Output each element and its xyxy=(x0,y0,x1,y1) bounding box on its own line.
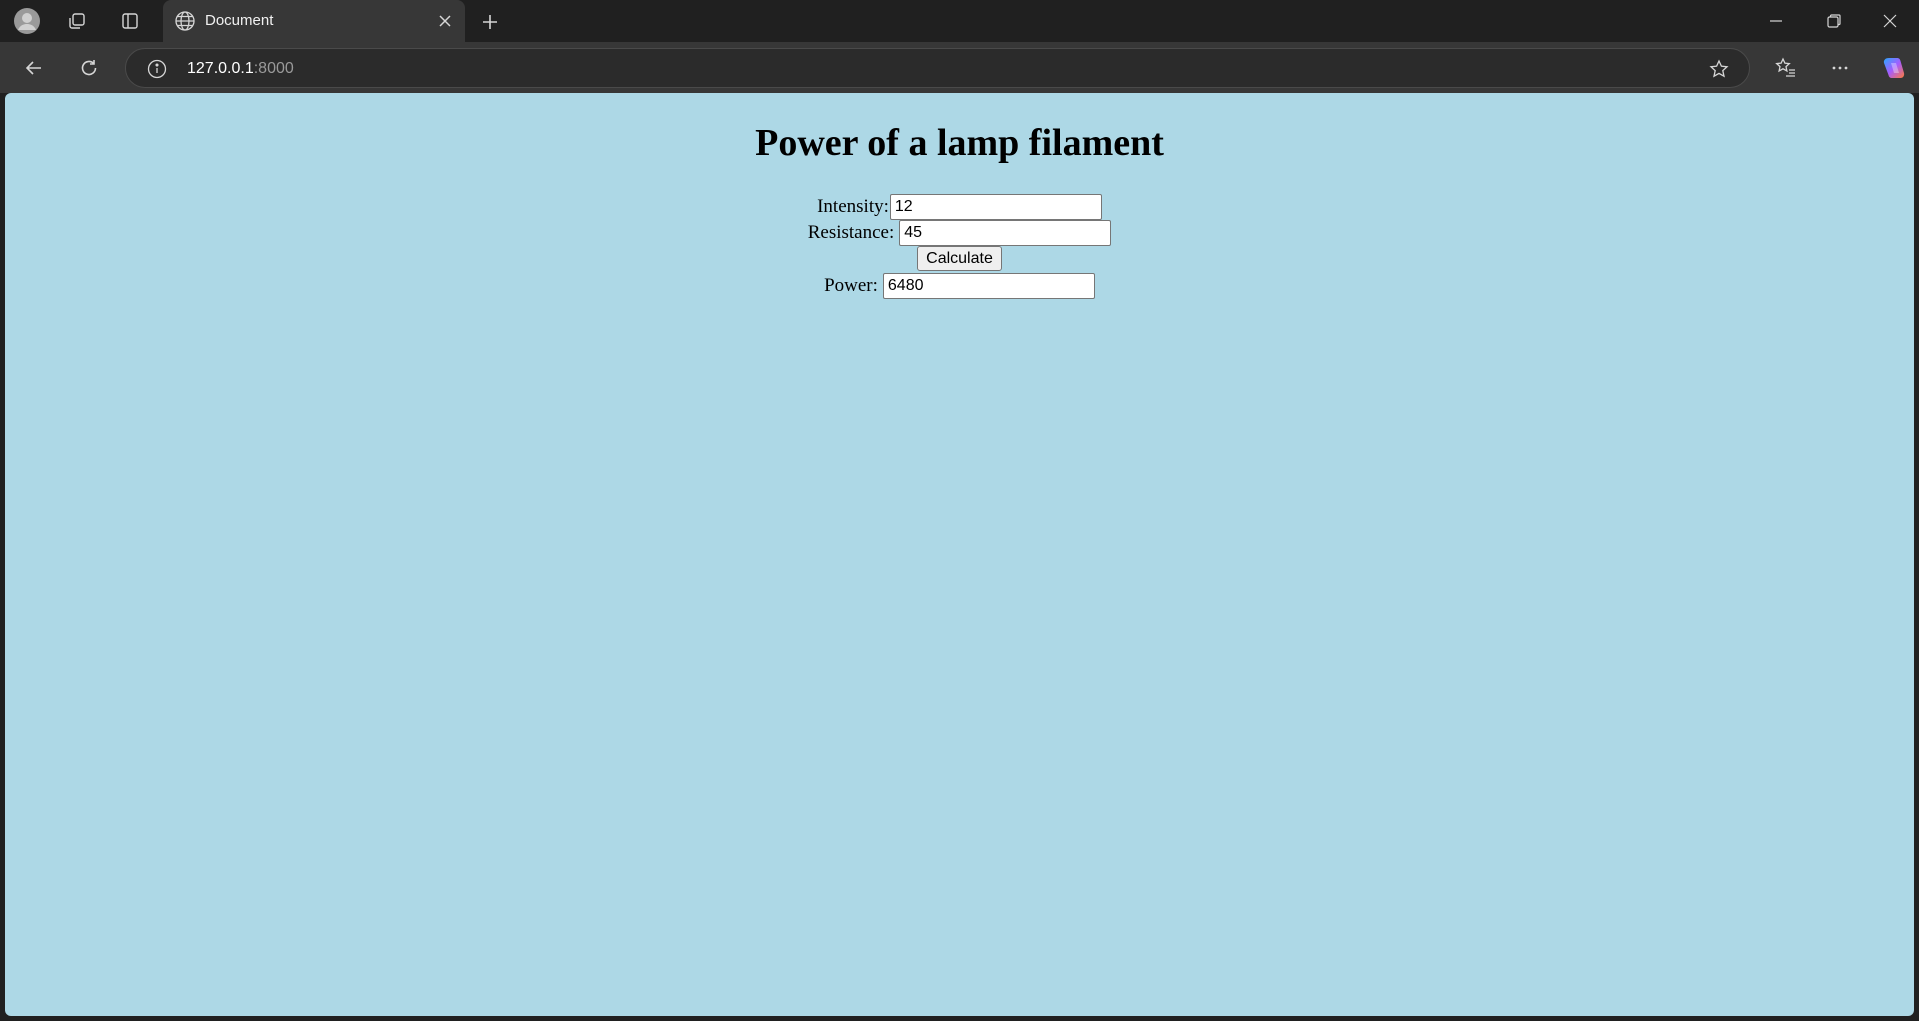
site-info-icon[interactable] xyxy=(146,58,168,80)
intensity-row: Intensity: xyxy=(5,194,1914,220)
tab-actions-icon[interactable] xyxy=(116,7,144,35)
url-port: :8000 xyxy=(253,60,294,77)
url-host: 127.0.0.1 xyxy=(187,60,254,77)
favorites-list-icon[interactable] xyxy=(1770,52,1802,84)
url-text: 127.0.0.1:8000 xyxy=(187,60,294,78)
copilot-icon[interactable] xyxy=(1878,52,1910,84)
restore-icon[interactable] xyxy=(1805,0,1863,42)
favorite-star-icon[interactable] xyxy=(1707,57,1731,81)
intensity-label: Intensity: xyxy=(817,196,889,217)
power-label: Power: xyxy=(824,275,878,296)
close-window-icon[interactable] xyxy=(1861,0,1919,42)
globe-icon xyxy=(174,10,196,36)
refresh-icon[interactable] xyxy=(73,52,105,84)
power-row: Power: xyxy=(5,273,1914,299)
tab-title: Document xyxy=(205,12,274,29)
workspaces-icon[interactable] xyxy=(63,7,91,35)
profile-avatar-icon[interactable] xyxy=(13,7,41,35)
browser-title-bar: Document xyxy=(0,0,1919,42)
more-options-icon[interactable] xyxy=(1824,52,1856,84)
minimize-icon[interactable] xyxy=(1747,0,1805,42)
back-arrow-icon[interactable] xyxy=(18,52,50,84)
tab-document[interactable]: Document xyxy=(163,0,465,42)
resistance-row: Resistance: xyxy=(5,220,1914,246)
resistance-input[interactable] xyxy=(899,220,1112,246)
intensity-input[interactable] xyxy=(889,194,1102,220)
calculate-row: Calculate xyxy=(5,246,1914,271)
resistance-label: Resistance: xyxy=(807,222,895,243)
calculate-button[interactable]: Calculate xyxy=(917,246,1002,271)
browser-toolbar: 127.0.0.1:8000 xyxy=(0,42,1919,93)
address-bar[interactable]: 127.0.0.1:8000 xyxy=(125,48,1750,88)
close-tab-icon[interactable] xyxy=(435,11,455,31)
power-output[interactable] xyxy=(882,273,1095,299)
new-tab-icon[interactable] xyxy=(476,8,504,36)
page-viewport: Power of a lamp filament Intensity: Resi… xyxy=(5,93,1914,1016)
page-title: Power of a lamp filament xyxy=(755,122,1164,164)
